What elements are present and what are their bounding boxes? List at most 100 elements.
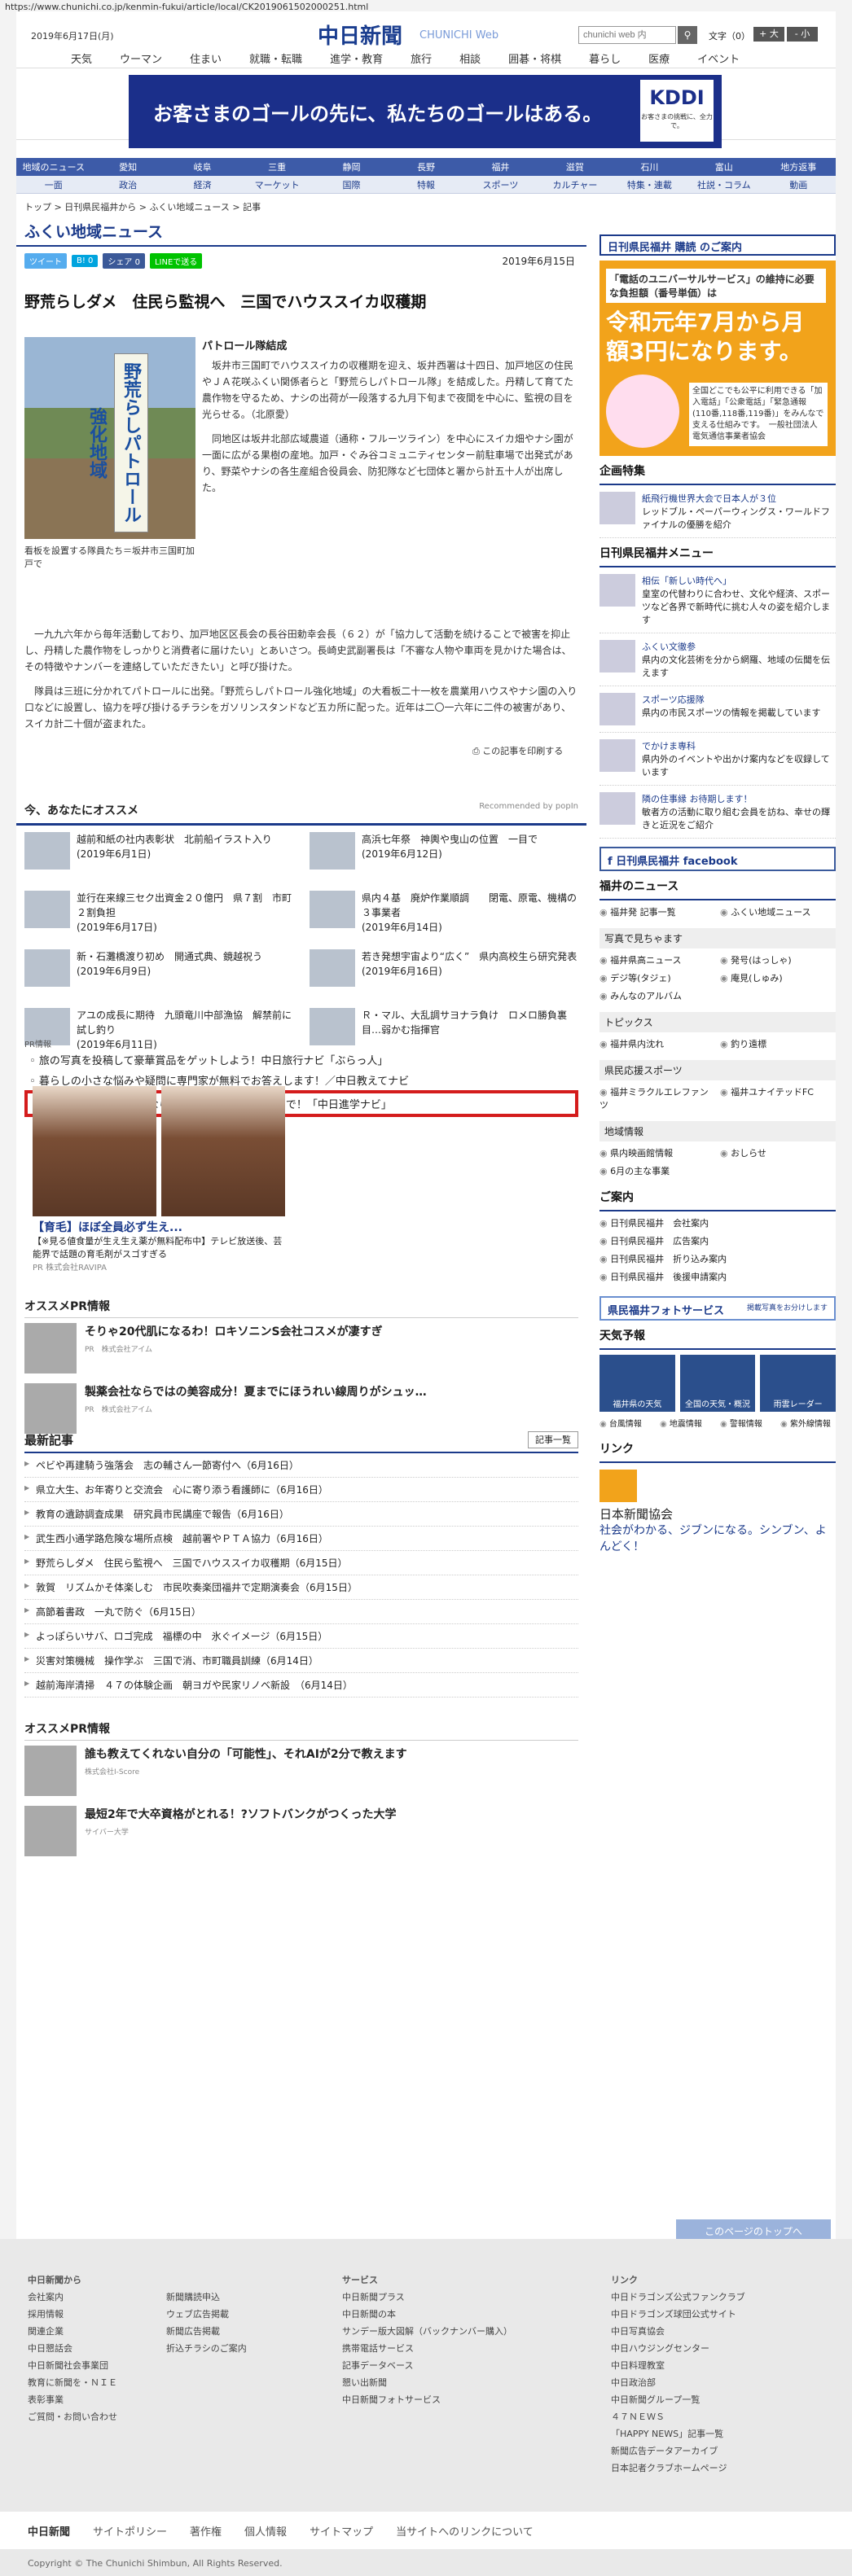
nav-link[interactable]: 県内映画館情報 xyxy=(599,1146,715,1159)
region-nav-item[interactable]: 岐阜 xyxy=(165,160,239,173)
link-text[interactable]: 社会がわかる、ジブンになる。シンブン、よんどく！ xyxy=(599,1522,836,1555)
latest-item[interactable]: 教育の遺跡調査成果 研究員市民講座で報告（6月16日） xyxy=(24,1502,578,1527)
footer-link[interactable]: 中日新聞グループ一覧 xyxy=(611,2391,745,2408)
region-nav-item[interactable]: 長野 xyxy=(389,160,463,173)
footer-bar-link[interactable]: サイトポリシー xyxy=(93,2523,167,2539)
top-nav-item[interactable]: 医療 xyxy=(635,50,683,66)
category-nav-item[interactable]: 経済 xyxy=(165,178,239,191)
menu-item[interactable]: 隣の住事縁 お待期します！ 敏者方の活動に取り組む会員を訪ね、幸せの輝きと近況をご… xyxy=(599,786,836,839)
article-list-button[interactable]: 記事一覧 xyxy=(528,1431,578,1448)
footer-link[interactable]: 中日ドラゴンズ公式ファンクラブ xyxy=(611,2289,745,2306)
recommend-item[interactable]: 新・石灘橋渡り初め 開通式典、鏡越祝う (2019年6月9日) xyxy=(24,949,293,1000)
menu-item[interactable]: スポーツ応援隊 県内の市民スポーツの情報を掲載しています xyxy=(599,686,836,733)
footer-link[interactable]: 会社案内 xyxy=(28,2289,117,2306)
print-link[interactable]: ⎙ この記事を印刷する xyxy=(472,744,563,757)
footer-link[interactable]: 中日懇話会 xyxy=(28,2340,117,2357)
latest-item[interactable]: 野荒らしダメ 住民ら監視へ 三国でハウススイカ収穫期（6月15日） xyxy=(24,1551,578,1575)
top-nav-item[interactable]: イベント xyxy=(683,50,753,66)
region-nav-item[interactable]: 地域のニュース xyxy=(16,160,90,173)
nav-link[interactable]: 台風情報 xyxy=(599,1417,655,1429)
footer-link[interactable]: 表彰事業 xyxy=(28,2391,117,2408)
hatena-button[interactable]: B! 0 xyxy=(72,255,99,267)
region-nav-item[interactable]: 愛知 xyxy=(90,160,165,173)
nav-link[interactable]: 福井県内沈れ xyxy=(599,1037,715,1050)
category-nav-item[interactable]: マーケット xyxy=(239,178,314,191)
hair-ad-image[interactable] xyxy=(33,1086,285,1216)
recommend-item[interactable]: 若き発想宇宙より“広く” 県内高校生ら研究発表 (2019年6月16日) xyxy=(310,949,578,1000)
footer-bar-link[interactable]: 著作権 xyxy=(190,2523,222,2539)
top-nav-item[interactable]: 暮らし xyxy=(575,50,635,66)
latest-item[interactable]: ペビや再建騎う強落会 志の輔さん一節寄付へ（6月16日） xyxy=(24,1453,578,1478)
region-nav-item[interactable]: 石川 xyxy=(613,160,687,173)
footer-link[interactable]: 折込チラシのご案内 xyxy=(166,2340,247,2357)
top-nav-item[interactable]: 就職・転職 xyxy=(235,50,316,66)
menu-item[interactable]: ふくい文徹参 県内の文化芸術を分から網羅、地域の伝聞を伝えます xyxy=(599,633,836,686)
latest-item[interactable]: 武生西小通学路危険な場所点検 越前署やＰＴＡ協力（6月16日） xyxy=(24,1527,578,1551)
footer-link[interactable]: 懇い出新聞 xyxy=(342,2374,512,2391)
magnifier-icon[interactable]: ⚲ xyxy=(678,26,697,44)
search-input[interactable] xyxy=(578,26,676,44)
footer-link[interactable]: 関連企業 xyxy=(28,2323,117,2340)
nav-link[interactable]: 福井ミラクルエレファンツ xyxy=(599,1085,715,1111)
footer-link[interactable]: 採用情報 xyxy=(28,2306,117,2323)
nav-link[interactable]: デジ等(タジェ) xyxy=(599,971,715,984)
nav-link[interactable]: 発号(はっしゃ) xyxy=(720,953,836,966)
facebook-banner[interactable]: f 日刊県民福井 facebook xyxy=(599,847,836,871)
footer-link[interactable]: ご質問・お問い合わせ xyxy=(28,2408,117,2425)
footer-link[interactable]: サンデー版大図解（バックナンバー購入） xyxy=(342,2323,512,2340)
footer-link[interactable]: 中日新聞フォトサービス xyxy=(342,2391,512,2408)
popin-credit[interactable]: Recommended by popIn xyxy=(479,802,578,818)
font-smaller-button[interactable]: - 小 xyxy=(787,27,818,42)
nav-link[interactable]: 福井発 記事一覧 xyxy=(599,905,715,918)
hair-ad-caption[interactable]: 【育毛】ほぼ全員必ず生え... 【※見る値食量が生え生え薬が無料配布中】テレビ放… xyxy=(33,1221,285,1275)
footer-link[interactable]: 中日政治部 xyxy=(611,2374,745,2391)
line-button[interactable]: LINEで送る xyxy=(149,253,203,269)
nav-link[interactable]: 地震情報 xyxy=(660,1417,715,1429)
latest-item[interactable]: 敦賀 リズムかそ体楽しむ 市民吹奏楽団福井で定期演奏会（6月15日） xyxy=(24,1575,578,1600)
breadcrumb[interactable]: トップ > 日刊県民福井から > ふくい地域ニュース > 記事 xyxy=(16,194,836,213)
footer-link[interactable]: 中日ドラゴンズ球団公式サイト xyxy=(611,2306,745,2323)
pr-item[interactable]: そりゃ20代肌になるわ！ロキソニンS会社コスメが凄すぎ PR 株式会社アイム xyxy=(24,1318,578,1378)
footer-link[interactable]: 日本記者クラブホームページ xyxy=(611,2460,745,2477)
top-nav-item[interactable]: 進学・教育 xyxy=(316,50,397,66)
footer-link[interactable]: 中日新聞の本 xyxy=(342,2306,512,2323)
footer-link[interactable]: 教育に新聞を・ＮＩＥ xyxy=(28,2374,117,2391)
top-nav-item[interactable]: 囲碁・将棋 xyxy=(494,50,575,66)
feature-item[interactable]: 紙飛行機世界大会で日本人が３位 レッドブル・ペーパーウィングス・ワールドファイナル… xyxy=(599,485,836,538)
footer-link[interactable]: 携帯電話サービス xyxy=(342,2340,512,2357)
footer-link[interactable]: 中日写真協会 xyxy=(611,2323,745,2340)
top-nav-item[interactable]: 旅行 xyxy=(397,50,446,66)
region-nav-item[interactable]: 三重 xyxy=(239,160,314,173)
latest-item[interactable]: 高節着書政 一丸で防ぐ（6月15日） xyxy=(24,1600,578,1624)
link-name[interactable]: 日本新聞協会 xyxy=(599,1505,836,1522)
weather-tile[interactable]: 福井県の天気 xyxy=(599,1355,675,1412)
nav-link[interactable]: 福井県高ニュース xyxy=(599,953,715,966)
nav-link[interactable]: 庵見(しゅみ) xyxy=(720,971,836,984)
latest-item[interactable]: 災害対策機械 操作学ぶ 三国で消、市町職員訓練（6月14日） xyxy=(24,1649,578,1673)
footer-bar-link[interactable]: 当サイトへのリンクについて xyxy=(396,2523,534,2539)
category-nav-item[interactable]: スポーツ xyxy=(463,178,538,191)
footer-link[interactable]: 中日新聞社会事業団 xyxy=(28,2357,117,2374)
footer-link[interactable]: 新聞広告掲載 xyxy=(166,2323,247,2340)
footer-link[interactable]: 中日ハウジングセンター xyxy=(611,2340,745,2357)
nav-link[interactable]: おしらせ xyxy=(720,1146,836,1159)
footer-link[interactable]: 記事データベース xyxy=(342,2357,512,2374)
tweet-button[interactable]: ツイート xyxy=(24,253,67,269)
photo-service-banner[interactable]: 県民福井フォトサービス 掲載写真をお分けします xyxy=(599,1296,836,1321)
nav-link[interactable]: 釣り遠標 xyxy=(720,1037,836,1050)
category-nav-item[interactable]: 一面 xyxy=(16,178,90,191)
top-nav-item[interactable]: 天気 xyxy=(57,50,106,66)
menu-item[interactable]: でかけま専科 県内外のイベントや出かけ案内などを収録しています xyxy=(599,733,836,786)
footer-link[interactable]: 中日料理教室 xyxy=(611,2357,745,2374)
footer-bar-link[interactable]: サイトマップ xyxy=(310,2523,373,2539)
subscribe-banner[interactable]: 日刊県民福井 購読 のご案内 xyxy=(599,234,836,256)
latest-item[interactable]: 越前海岸清掃 ４７の体験企画 朝ヨガや民家リノベ新設 （6月14日） xyxy=(24,1673,578,1698)
menu-item[interactable]: 相伝「新しい時代へ」 皇室の代替わりに合わせ、文化や経済、スポーツなど各界で新時代… xyxy=(599,567,836,633)
region-nav-item[interactable]: 滋賀 xyxy=(538,160,612,173)
weather-tile[interactable]: 雨雲レーダー xyxy=(760,1355,837,1412)
latest-item[interactable]: 県立大生、お年寄りと交流会 心に寄り添う看護師に（6月16日） xyxy=(24,1478,578,1502)
pr-link[interactable]: ◦ 旅の写真を投稿して豪華賞品をゲットしよう！中日旅行ナビ「ぶらっ人」 xyxy=(24,1049,578,1070)
region-nav-item[interactable]: 地方返事 xyxy=(762,160,836,173)
top-nav-item[interactable]: 相談 xyxy=(446,50,494,66)
top-nav-item[interactable]: ウーマン xyxy=(106,50,176,66)
